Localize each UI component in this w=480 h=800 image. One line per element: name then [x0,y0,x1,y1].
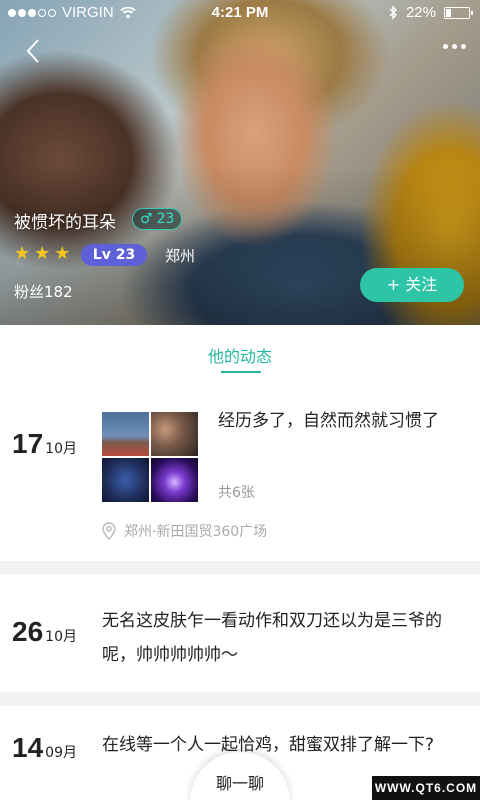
male-icon: ♂ [140,211,153,227]
activity-post[interactable]: 26 10月 无名这皮肤乍一看动作和双刀还以为是三爷的呢，帅帅帅帅帅～ [0,574,480,692]
age-value: 23 [156,211,175,227]
bluetooth-icon [389,5,397,20]
post-photo-thumbnail[interactable] [151,458,198,502]
post-text: 在线等一个人一起恰鸡，甜蜜双排了解一下? [102,735,435,755]
site-watermark: WWW.QT6.COM [372,776,480,800]
activity-post[interactable]: 17 10月 经历多了，自然而然就习惯了 共6张 郑州·新田国贸360广场 [0,385,480,561]
more-dot-icon [461,44,466,49]
rating-stars: ★ ★ ★ [14,245,70,263]
battery-icon [444,6,473,19]
post-month: 10月 [45,629,77,645]
chat-button-label: 聊一聊 [215,774,264,793]
tab-active-indicator [221,371,261,373]
post-day: 26 [12,616,44,647]
gender-age-badge: ♂ 23 [132,208,183,230]
post-month: 09月 [45,745,77,761]
post-date: 26 10月 [12,616,77,648]
fans-count: 粉丝182 [14,283,73,301]
post-photo-thumbnail[interactable] [102,412,149,456]
post-location: 郑州·新田国贸360广场 [102,521,267,541]
profile-screen: VIRGIN 4:21 PM 22% 被惯坏的耳朵 ♂ 23 ★ ★ ★ Lv … [0,0,480,800]
post-date: 14 09月 [12,732,77,764]
status-right: 22% [389,4,473,21]
follow-button[interactable]: + 关注 [360,268,464,302]
back-button[interactable] [20,36,50,66]
more-dot-icon [443,44,448,49]
post-text: 经历多了，自然而然就习惯了 [218,411,439,431]
profile-location: 郑州 [165,247,196,265]
activity-tab-bar: 他的动态 [0,325,480,385]
post-text: 无名这皮肤乍一看动作和双刀还以为是三爷的呢，帅帅帅帅帅～ [102,611,442,665]
more-dot-icon [452,44,457,49]
post-photo-thumbnail[interactable] [102,458,149,502]
post-month: 10月 [45,441,77,457]
more-options-button[interactable] [443,44,466,49]
battery-percent: 22% [405,4,436,21]
status-bar: VIRGIN 4:21 PM 22% [0,0,480,26]
post-photo-thumbnail[interactable] [151,412,198,456]
battery-level-fill [446,8,451,17]
tab-his-activity[interactable]: 他的动态 [0,343,480,367]
location-pin-icon [102,522,116,540]
star-icon: ★ [54,243,71,264]
post-day: 17 [12,428,44,459]
profile-cover-photo: VIRGIN 4:21 PM 22% 被惯坏的耳朵 ♂ 23 ★ ★ ★ Lv … [0,0,480,325]
star-icon: ★ [34,243,51,264]
star-icon: ★ [14,243,31,264]
chevron-left-icon [26,39,39,63]
level-badge: Lv 23 [81,244,147,266]
post-location-text: 郑州·新田国贸360广场 [124,524,268,540]
post-day: 14 [12,732,44,763]
post-photo-grid [102,412,198,502]
profile-username: 被惯坏的耳朵 [14,213,116,233]
photo-count: 共6张 [218,485,255,501]
post-date: 17 10月 [12,428,77,460]
